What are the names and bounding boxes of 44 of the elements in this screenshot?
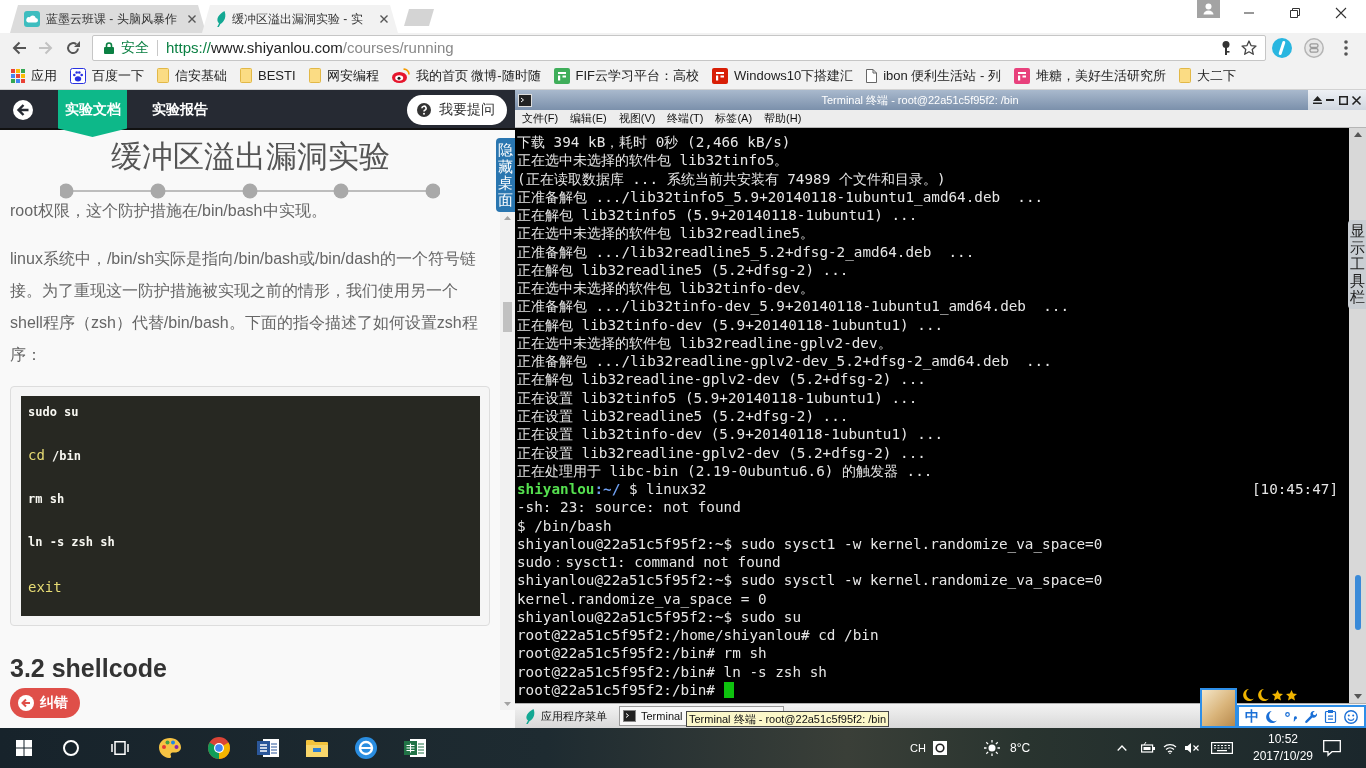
terminal-line: shiyanlou@22a51c5f95f2:~$ sudo sysct1 -w kernel.randomize_va_space=0 xyxy=(517,534,1104,554)
terminal-line: root@22a51c5f95f2:/bin# xyxy=(517,680,715,700)
terminal-line: root@22a51c5f95f2:/home/shiyanlou# cd /bin xyxy=(517,626,880,645)
security-label: 安全 xyxy=(121,38,149,57)
terminal-line: 正在设置 lib32readline-gplv2-dev (5.2+dfsg-2) ... xyxy=(517,443,927,462)
tooltip: Terminal 终端 - root@22a51c5f95f2: /bin xyxy=(686,711,890,727)
terminal-line: 正在解包 lib32readline-gplv2-dev (5.2+dfsg-2) ... xyxy=(517,370,927,389)
section-heading: 3.2 shellcode xyxy=(10,653,169,683)
code-line: cd /bin xyxy=(28,446,82,465)
code-line: sudo su xyxy=(28,404,80,421)
terminal-line: shiyanlou@22a51c5f95f2:~$ sudo su xyxy=(517,608,803,627)
terminal-line: -sh: 23: source: not found xyxy=(517,498,742,517)
terminal-line: 下载 394 kB，耗时 0秒 (2,466 kB/s) xyxy=(517,133,792,152)
terminal-line: $ /bin/bash xyxy=(517,516,613,535)
code-line: ln -s zsh sh xyxy=(28,534,116,551)
terminal-line: 正准备解包 .../lib32tinfo-dev_5.9+20140118-1ubuntu1_amd64.deb ... xyxy=(517,297,1071,316)
terminal-line: 正准备解包 .../lib32readline-gplv2-dev_5.2+dfsg-2_amd64.deb ... xyxy=(517,352,1053,371)
terminal-line: (正在读取数据库 ... 系统当前共安装有 74989 个文件和目录。) xyxy=(517,169,947,188)
window-title: Terminal 终端 - root@22a51c5f95f2: /bin xyxy=(820,92,1020,108)
paragraph: linux系统中，/bin/sh实际是指向/bin/bash或/bin/dash的一个符号链接。为了重现这一防护措施被实现之前的情形，我们使用另一个shell程序（zsh）代替/bin/bash。下面的指令描述了如何设置zsh程序： xyxy=(10,249,479,365)
terminal-line: 正在选中未选择的软件包 lib32tinfo5。 xyxy=(517,151,790,170)
terminal-line: 正在设置 lib32tinfo5 (5.9+20140118-1ubuntu1) ... xyxy=(517,388,919,407)
terminal-line: 正准备解包 .../lib32tinfo5_5.9+20140118-1ubuntu1_amd64.deb ... xyxy=(517,187,1045,207)
terminal-line: kernel.randomize_va_space = 0 xyxy=(517,589,768,608)
terminal-line: root@22a51c5f95f2:/bin# rm sh xyxy=(517,644,768,663)
terminal-line: shiyanlou:~/ $ linux32 xyxy=(517,480,707,499)
paragraph: root权限，这个防护措施在/bin/bash中实现。 xyxy=(10,201,328,221)
code-line: exit xyxy=(28,578,63,597)
terminal-line: 正在设置 lib32readline5 (5.2+dfsg-2) ... xyxy=(517,407,850,426)
timestamp: [10:45:47] xyxy=(1251,480,1338,499)
terminal-line: 正在设置 lib32tinfo-dev (5.9+20140118-1ubuntu1) ... xyxy=(517,425,945,444)
terminal-line: root@22a51c5f95f2:/bin# ln -s zsh sh xyxy=(517,662,828,681)
terminal-line: 正在解包 lib32tinfo5 (5.9+20140118-1ubuntu1) ... xyxy=(517,206,919,225)
terminal-line: 正在解包 lib32tinfo-dev (5.9+20140118-1ubuntu1) ... xyxy=(517,315,945,334)
terminal-line: 正在选中未选择的软件包 lib32readline5。 xyxy=(517,224,816,243)
terminal-line: 正在选中未选择的软件包 lib32tinfo-dev。 xyxy=(517,279,816,298)
terminal-line: 正在处理用于 libc-bin (2.19-0ubuntu6.6) 的触发器 ... xyxy=(517,461,934,481)
terminal-line: 正在选中未选择的软件包 lib32readline-gplv2-dev。 xyxy=(517,333,893,353)
lesson-title: 缓冲区溢出漏洞实验 xyxy=(109,138,391,176)
terminal-line: 正在解包 lib32readline5 (5.2+dfsg-2) ... xyxy=(517,261,850,280)
code-line: rm sh xyxy=(28,491,66,508)
terminal-line: shiyanlou@22a51c5f95f2:~$ sudo sysctl -w kernel.randomize_va_space=0 xyxy=(517,571,1104,590)
terminal-line: sudo：sysct1: command not found xyxy=(517,553,782,572)
terminal-line: 正准备解包 .../lib32readline5_5.2+dfsg-2_amd64.deb ... xyxy=(517,242,976,261)
